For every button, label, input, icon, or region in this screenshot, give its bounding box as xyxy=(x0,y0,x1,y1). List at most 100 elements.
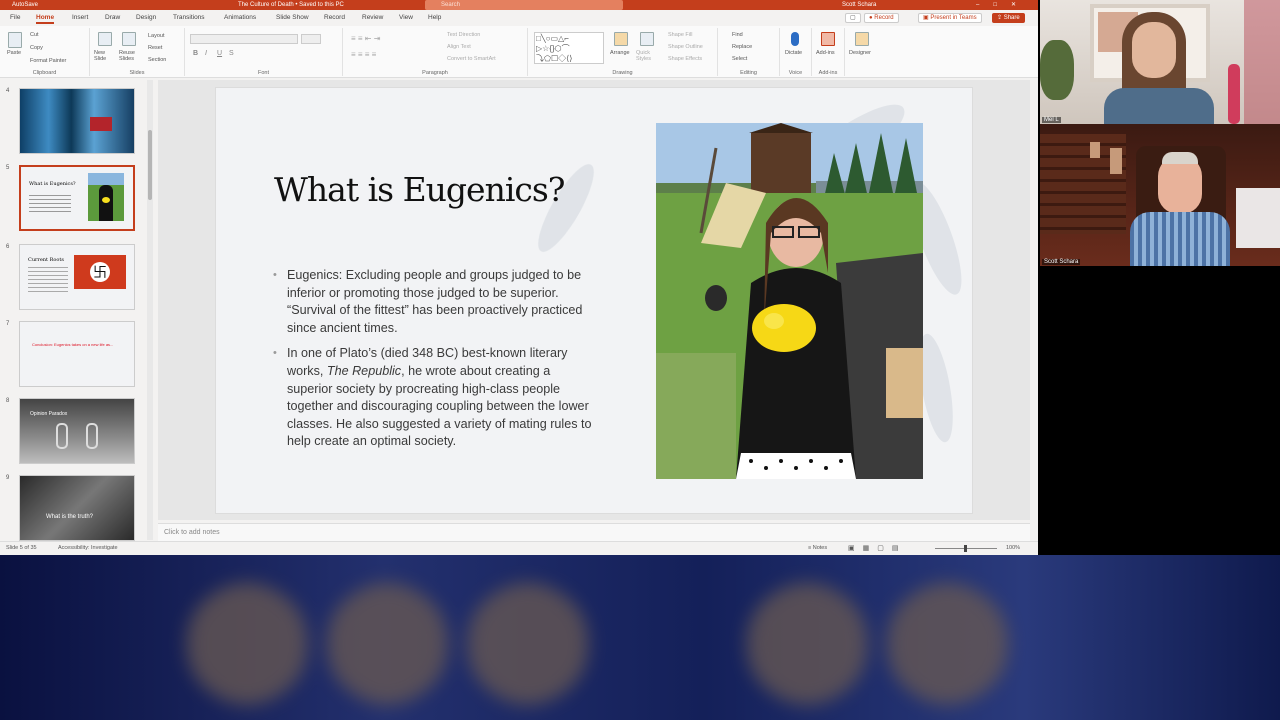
tab-review[interactable]: Review xyxy=(362,14,383,21)
tab-help[interactable]: Help xyxy=(428,14,441,21)
search-input[interactable]: Search xyxy=(441,2,460,8)
designer-button[interactable]: Designer xyxy=(849,50,871,56)
participant-video-2[interactable]: Scott Schara xyxy=(1040,124,1280,266)
slide-body[interactable]: Eugenics: Excluding people and groups ju… xyxy=(272,267,592,459)
addins-button[interactable]: Add-ins xyxy=(816,50,835,56)
quick-styles-icon[interactable] xyxy=(640,32,654,46)
slide-photo[interactable] xyxy=(656,123,923,479)
notes-placeholder[interactable]: Click to add notes xyxy=(164,529,220,536)
slide-5[interactable]: What is Eugenics? Eugenics: Excluding pe… xyxy=(215,87,973,514)
font-group: B I U S Font xyxy=(185,28,343,76)
tab-draw[interactable]: Draw xyxy=(105,14,120,21)
alignment-buttons[interactable]: ≡ ≡ ≡ ≡ xyxy=(351,50,376,59)
tab-animations[interactable]: Animations xyxy=(224,14,256,21)
voice-group: Dictate Voice xyxy=(780,28,812,76)
scrollbar-thumb[interactable] xyxy=(148,130,152,200)
thumbnail-number: 5 xyxy=(6,165,10,171)
tab-file[interactable]: File xyxy=(10,14,20,21)
tab-design[interactable]: Design xyxy=(136,14,156,21)
designer-icon[interactable] xyxy=(855,32,869,46)
bold-button[interactable]: B xyxy=(193,50,198,57)
section-button[interactable]: Section xyxy=(148,57,166,63)
cut-button[interactable]: Cut xyxy=(30,32,39,38)
tab-insert[interactable]: Insert xyxy=(72,14,88,21)
editing-label: Editing xyxy=(740,70,757,76)
search-box[interactable]: Search xyxy=(425,0,623,10)
addins-icon[interactable] xyxy=(821,32,835,46)
slide-title[interactable]: What is Eugenics? xyxy=(274,170,565,209)
replace-button[interactable]: Replace xyxy=(732,44,752,50)
slides-label: Slides xyxy=(129,70,145,76)
ribbon-tabs: File Home Insert Draw Design Transitions… xyxy=(0,10,1038,26)
accessibility-status[interactable]: Accessibility: Investigate xyxy=(58,545,118,551)
tab-view[interactable]: View xyxy=(399,14,413,21)
microphone-icon[interactable] xyxy=(791,32,799,46)
select-button[interactable]: Select xyxy=(732,56,747,62)
bullet-2: In one of Plato’s (died 348 BC) best-kno… xyxy=(272,345,592,451)
zoom-slider-thumb[interactable] xyxy=(964,545,967,552)
slide-thumbnail-4[interactable] xyxy=(19,88,135,154)
thumbnail-scrollbar[interactable] xyxy=(147,80,153,540)
drawing-group: □╲○▭△⌐ ▷☆{}⬡⌒ ⤵⬠☐◇⟨⟩ Arrange Quick Styles … xyxy=(528,28,718,76)
quick-styles-button[interactable]: Quick Styles xyxy=(636,50,660,62)
convert-smartart-button[interactable]: Convert to SmartArt xyxy=(447,56,496,62)
new-slide-icon[interactable] xyxy=(98,32,112,46)
addins-label: Add-ins xyxy=(818,70,838,76)
tab-home[interactable]: Home xyxy=(36,14,55,24)
clipboard-label: Clipboard xyxy=(32,70,57,76)
slide-thumbnail-6[interactable]: Current Roots 卐 xyxy=(19,244,135,310)
italic-button[interactable]: I xyxy=(205,50,207,57)
paste-icon[interactable] xyxy=(8,32,22,48)
clipboard-group: Paste Cut Copy Format Painter Clipboard xyxy=(0,28,90,76)
text-direction-button[interactable]: Text Direction xyxy=(447,32,480,38)
participant-video-1[interactable]: Mel L xyxy=(1040,0,1280,124)
slide-counter: Slide 5 of 35 xyxy=(6,545,37,551)
font-name-select[interactable] xyxy=(190,34,298,44)
tab-slide-show[interactable]: Slide Show xyxy=(276,14,309,21)
shape-outline-button[interactable]: Shape Outline xyxy=(668,44,703,50)
share-button[interactable]: ⇪ Share xyxy=(992,13,1025,23)
comments-button[interactable]: ▢ xyxy=(845,13,861,23)
find-button[interactable]: Find xyxy=(732,32,743,38)
copy-button[interactable]: Copy xyxy=(30,45,43,51)
user-name[interactable]: Scott Schara xyxy=(842,0,876,10)
arrange-button[interactable]: Arrange xyxy=(610,50,630,56)
slide-thumbnail-7[interactable]: Conclusion: Eugenics takes on a new life… xyxy=(19,321,135,387)
slide-thumbnail-9[interactable]: What is the truth? xyxy=(19,475,135,541)
shape-effects-button[interactable]: Shape Effects xyxy=(668,56,702,62)
blurred-banner: ⬤⬤⬤ ⬤⬤ xyxy=(0,555,1280,720)
slide-thumbnail-5[interactable]: What is Eugenics? xyxy=(19,165,135,231)
tab-transitions[interactable]: Transitions xyxy=(173,14,205,21)
layout-button[interactable]: Layout xyxy=(148,33,165,39)
record-button[interactable]: ● Record xyxy=(864,13,899,23)
shape-fill-button[interactable]: Shape Fill xyxy=(668,32,692,38)
notes-toggle[interactable]: ≡ Notes xyxy=(808,545,827,551)
align-text-button[interactable]: Align Text xyxy=(447,44,471,50)
slide-thumbnail-8[interactable]: Opinion Paradox xyxy=(19,398,135,464)
reset-button[interactable]: Reset xyxy=(148,45,162,51)
bullets-button[interactable]: ≡ ≡ ⇤ ⇥ xyxy=(351,34,380,43)
arrange-icon[interactable] xyxy=(614,32,628,46)
format-painter-button[interactable]: Format Painter xyxy=(30,58,66,64)
present-in-teams-button[interactable]: ▣ Present in Teams xyxy=(918,13,982,23)
bullet-1: Eugenics: Excluding people and groups ju… xyxy=(272,267,592,337)
zoom-level[interactable]: 100% xyxy=(1006,545,1020,551)
strikethrough-button[interactable]: S xyxy=(229,50,234,57)
addins-group: Add-ins Add-ins xyxy=(812,28,845,76)
reuse-slides-button[interactable]: Reuse Slides xyxy=(119,50,141,62)
paste-button[interactable]: Paste xyxy=(7,50,21,56)
autosave-label[interactable]: AutoSave xyxy=(12,0,38,10)
dictate-button[interactable]: Dictate xyxy=(785,50,802,56)
view-buttons[interactable]: ▣▦▢▤ xyxy=(848,544,906,552)
thumbnail-number: 7 xyxy=(6,321,10,327)
shapes-gallery[interactable]: □╲○▭△⌐ ▷☆{}⬡⌒ ⤵⬠☐◇⟨⟩ xyxy=(534,32,604,64)
tab-record[interactable]: Record xyxy=(324,14,345,21)
underline-button[interactable]: U xyxy=(217,50,222,57)
notes-pane[interactable]: Click to add notes xyxy=(158,523,1030,541)
thumbnail-number: 4 xyxy=(6,88,10,94)
window-controls[interactable]: –□✕ xyxy=(976,0,1030,10)
font-size-select[interactable] xyxy=(301,34,321,44)
reuse-slides-icon[interactable] xyxy=(122,32,136,46)
new-slide-button[interactable]: New Slide xyxy=(94,50,116,62)
ribbon: Paste Cut Copy Format Painter Clipboard … xyxy=(0,26,1038,78)
